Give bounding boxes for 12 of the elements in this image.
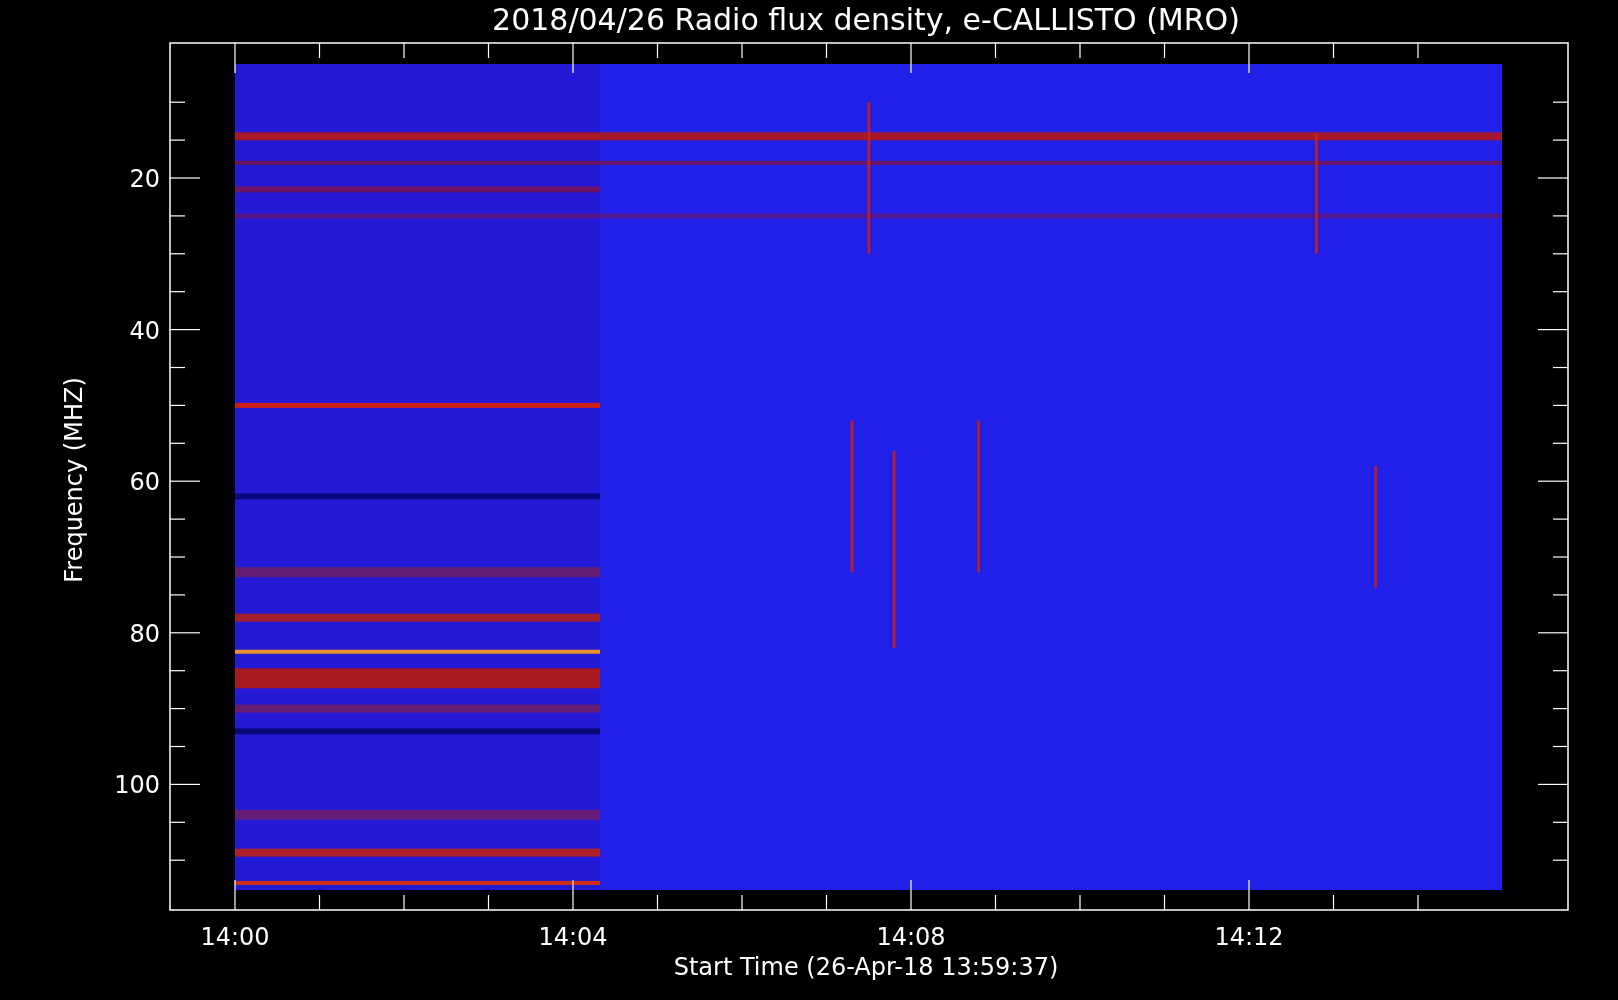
y-tick-label: 100 (114, 771, 160, 800)
y-tick-label: 20 (129, 165, 160, 193)
y-axis-title: Frequency (MHZ) (60, 377, 88, 583)
y-tick-label: 80 (129, 619, 160, 648)
x-axis-title: Start Time (26-Apr-18 13:59:37) (673, 953, 1059, 981)
plot-title: 2018/04/26 Radio flux density, e-CALLISTO (MRO) (492, 2, 1240, 37)
x-tick-label: 14:00 (200, 923, 270, 951)
x-tick-label: 14:08 (876, 923, 946, 951)
y-tick-label: 40 (129, 316, 160, 345)
y-tick-label: 60 (129, 468, 160, 497)
x-tick-label: 14:04 (538, 923, 608, 951)
x-tick-label: 14:12 (1214, 923, 1284, 951)
